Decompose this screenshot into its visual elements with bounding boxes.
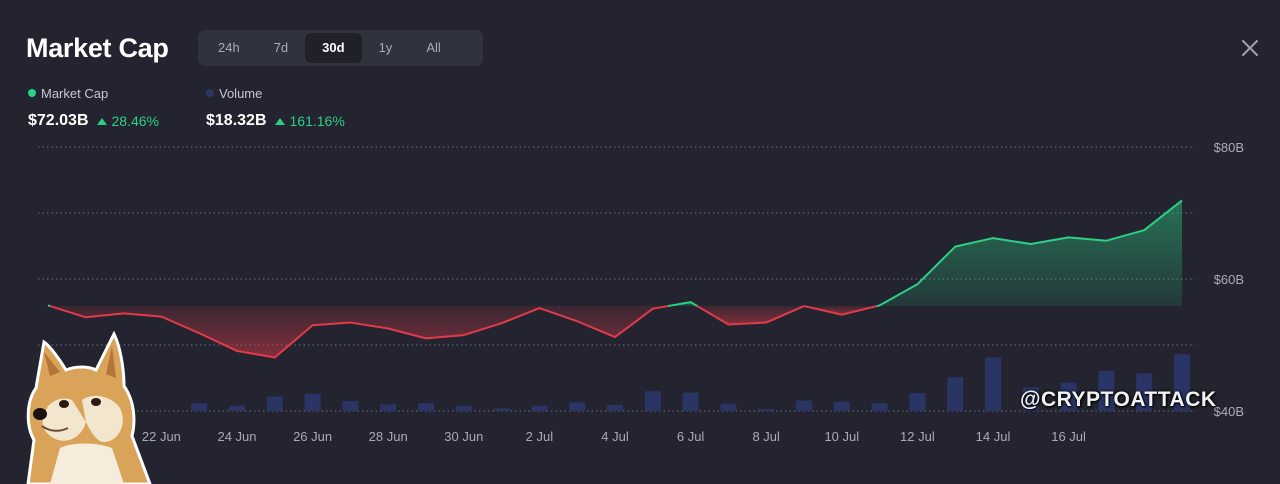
- x-tick-label: 30 Jun: [444, 429, 483, 444]
- volume-bar: [531, 405, 548, 411]
- y-tick-label: $40B: [1214, 404, 1244, 419]
- x-tick-label: 28 Jun: [369, 429, 408, 444]
- x-tick-label: 16 Jul: [1051, 429, 1086, 444]
- market-cap-line-segment: [47, 304, 51, 308]
- volume-bar: [871, 403, 888, 411]
- volume-bar: [720, 403, 737, 411]
- watermark-text: @CRYPTOATTACK: [1020, 388, 1217, 411]
- x-tick-label: 10 Jul: [824, 429, 859, 444]
- volume-bar: [380, 404, 397, 411]
- volume-bar: [947, 377, 964, 411]
- doge-sticker: [26, 330, 152, 484]
- volume-bar: [909, 393, 926, 411]
- volume-bar: [418, 403, 434, 411]
- x-tick-label: 4 Jul: [601, 429, 629, 444]
- volume-bar: [758, 409, 775, 411]
- x-tick-label: 2 Jul: [526, 429, 554, 444]
- volume-bar: [455, 405, 472, 411]
- volume-bar: [191, 403, 208, 411]
- market-cap-panel: Market Cap 24h 7d 30d 1y All Market Cap …: [0, 0, 1280, 484]
- x-tick-label: 8 Jul: [752, 429, 780, 444]
- volume-bar: [266, 396, 283, 411]
- volume-bar: [229, 405, 245, 411]
- volume-bar: [342, 401, 359, 411]
- volume-bar: [607, 405, 623, 411]
- x-tick-label: 12 Jul: [900, 429, 935, 444]
- volume-bar: [644, 391, 661, 411]
- volume-bar: [682, 392, 699, 411]
- volume-bar: [796, 400, 812, 411]
- volume-bar: [833, 401, 850, 411]
- volume-bar: [493, 408, 510, 411]
- volume-bar: [304, 393, 321, 411]
- x-tick-label: 6 Jul: [677, 429, 705, 444]
- x-tick-label: 24 Jun: [217, 429, 256, 444]
- volume-bar: [985, 357, 1001, 411]
- volume-bar: [569, 402, 586, 411]
- x-tick-label: 26 Jun: [293, 429, 332, 444]
- area-above-baseline: [876, 200, 1182, 307]
- y-tick-label: $80B: [1214, 140, 1244, 155]
- y-tick-label: $60B: [1214, 272, 1244, 287]
- x-tick-label: 14 Jul: [976, 429, 1011, 444]
